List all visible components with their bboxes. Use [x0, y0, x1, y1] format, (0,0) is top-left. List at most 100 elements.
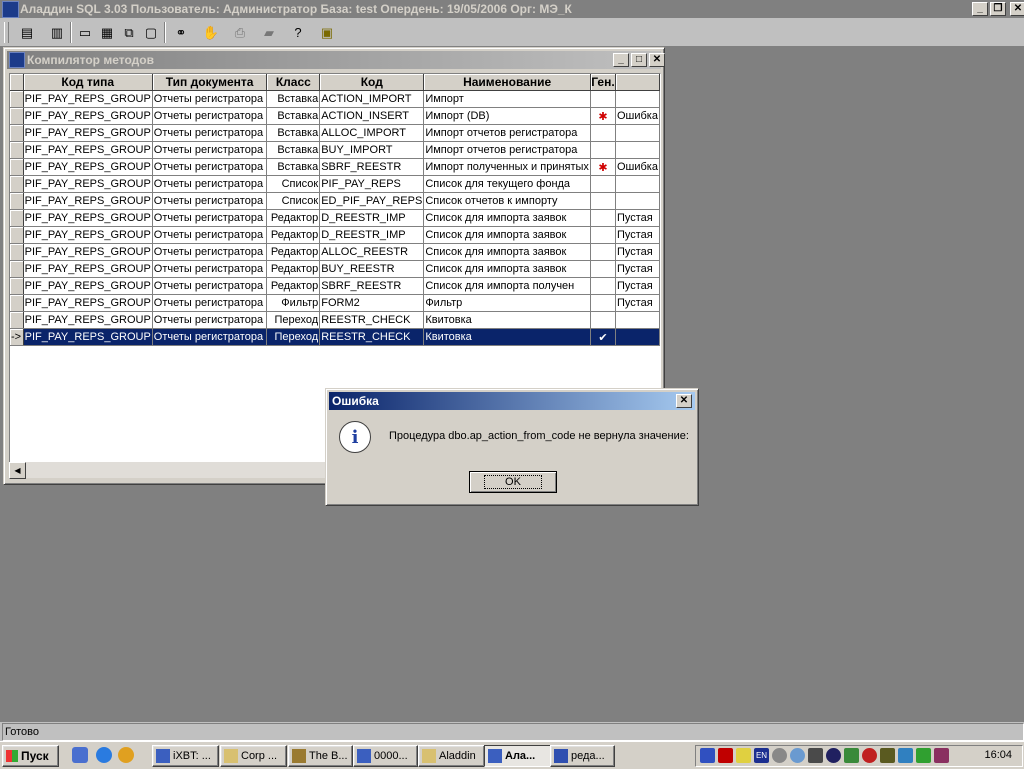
cell-code-type[interactable]: PIF_PAY_REPS_GROUP	[23, 311, 153, 329]
table-row[interactable]: PIF_PAY_REPS_GROUP Отчеты регистратора Пер…	[10, 311, 660, 329]
cell-gen[interactable]: ✔	[590, 328, 616, 346]
restore-button[interactable]: ❐	[990, 2, 1006, 16]
task-button-corp[interactable]: Corp ...	[220, 745, 287, 767]
window-maximize-button[interactable]: □	[631, 53, 647, 67]
cell-code-type[interactable]: PIF_PAY_REPS_GROUP	[23, 243, 153, 261]
cell-name[interactable]: Список для импорта заявок	[423, 260, 591, 278]
row-indicator[interactable]	[10, 311, 24, 329]
cell-gen[interactable]: ✱	[590, 107, 616, 125]
cell-code-type[interactable]: PIF_PAY_REPS_GROUP	[23, 107, 153, 125]
tray-display-icon[interactable]	[898, 748, 913, 763]
cell-name[interactable]: Импорт отчетов регистратора	[423, 141, 591, 159]
row-indicator[interactable]	[10, 192, 24, 210]
row-indicator[interactable]	[10, 226, 24, 244]
cell-code[interactable]: REESTR_CHECK	[319, 311, 425, 329]
cell-code-type[interactable]: PIF_PAY_REPS_GROUP	[23, 141, 153, 159]
cell-extra[interactable]: Пустая	[615, 294, 660, 312]
cell-class[interactable]: Вставка	[266, 158, 321, 176]
table-row[interactable]: PIF_PAY_REPS_GROUP Отчеты регистратора Вст…	[10, 158, 660, 176]
cell-code-type[interactable]: PIF_PAY_REPS_GROUP	[23, 294, 153, 312]
cell-name[interactable]: Список для импорта заявок	[423, 226, 591, 244]
cell-extra[interactable]	[615, 90, 660, 108]
table-row[interactable]: PIF_PAY_REPS_GROUP Отчеты регистратора Спи…	[10, 175, 660, 193]
cell-doc-type[interactable]: Отчеты регистратора	[152, 158, 268, 176]
cell-gen[interactable]	[590, 294, 616, 312]
app-title-bar[interactable]: Аладдин SQL 3.03 Пользователь: Администр…	[0, 0, 1024, 18]
tray-app-icon[interactable]	[700, 748, 715, 763]
table-row[interactable]: PIF_PAY_REPS_GROUP Отчеты регистратора Вст…	[10, 124, 660, 142]
cell-doc-type[interactable]: Отчеты регистратора	[152, 226, 268, 244]
column-header-name[interactable]: Наименование	[423, 74, 591, 91]
binoculars-icon[interactable]: ⚭	[170, 22, 192, 43]
cell-class[interactable]: Редактор	[266, 209, 321, 227]
document-icon[interactable]: ▤	[16, 22, 38, 43]
table-row[interactable]: PIF_PAY_REPS_GROUP Отчеты регистратора Ред…	[10, 226, 660, 244]
task-button-0000[interactable]: 0000...	[353, 745, 418, 767]
window-inactive-icon[interactable]: ▢	[140, 22, 162, 43]
row-indicator[interactable]	[10, 158, 24, 176]
tile-icon[interactable]: ▦	[96, 22, 118, 43]
media-player-icon[interactable]	[118, 747, 134, 763]
cell-class[interactable]: Фильтр	[266, 294, 321, 312]
cell-gen[interactable]	[590, 175, 616, 193]
window-close-button[interactable]: ✕	[649, 53, 665, 67]
dialog-close-button[interactable]: ✕	[676, 394, 692, 408]
cell-code[interactable]: SBRF_REESTR	[319, 277, 425, 295]
cell-code[interactable]: PIF_PAY_REPS	[319, 175, 425, 193]
cell-name[interactable]: Список для текущего фонда	[423, 175, 591, 193]
cell-extra[interactable]: Пустая	[615, 277, 660, 295]
window-minimize-button[interactable]: _	[613, 53, 629, 67]
cell-doc-type[interactable]: Отчеты регистратора	[152, 243, 268, 261]
row-indicator[interactable]	[10, 141, 24, 159]
row-indicator[interactable]	[10, 209, 24, 227]
cell-code-type[interactable]: PIF_PAY_REPS_GROUP	[23, 158, 153, 176]
cell-code-type[interactable]: PIF_PAY_REPS_GROUP	[23, 260, 153, 278]
cell-class[interactable]: Переход	[266, 311, 321, 329]
cell-name[interactable]: Квитовка	[423, 311, 591, 329]
cell-name[interactable]: Фильтр	[423, 294, 591, 312]
row-indicator[interactable]	[10, 175, 24, 193]
cell-name[interactable]: Список для импорта заявок	[423, 209, 591, 227]
cell-code-type[interactable]: PIF_PAY_REPS_GROUP	[23, 90, 153, 108]
cell-gen[interactable]: ✱	[590, 158, 616, 176]
volume-icon[interactable]	[736, 748, 751, 763]
tray-pen-icon[interactable]	[934, 748, 949, 763]
window-app-icon[interactable]	[9, 52, 25, 68]
cell-doc-type[interactable]: Отчеты регистратора	[152, 311, 268, 329]
cell-code-type[interactable]: PIF_PAY_REPS_GROUP	[23, 277, 153, 295]
stop-hand-icon[interactable]: ✋	[200, 22, 222, 43]
cell-code-type[interactable]: PIF_PAY_REPS_GROUP	[23, 175, 153, 193]
cell-extra[interactable]: Ошибка	[615, 107, 660, 125]
task-button-ala-active[interactable]: Ала...	[484, 745, 551, 767]
minimize-button[interactable]: _	[972, 2, 988, 16]
help-icon[interactable]: ?	[287, 22, 309, 43]
cell-extra[interactable]: Ошибка	[615, 158, 660, 176]
cell-class[interactable]: Редактор	[266, 243, 321, 261]
column-header-gen[interactable]: Ген.	[590, 74, 616, 91]
cell-name[interactable]: Квитовка	[423, 328, 591, 346]
cell-doc-type[interactable]: Отчеты регистратора	[152, 294, 268, 312]
printer-icon[interactable]: ⎙	[229, 22, 251, 43]
column-header-class[interactable]: Класс	[266, 74, 321, 91]
cell-code[interactable]: ACTION_IMPORT	[319, 90, 425, 108]
cell-class[interactable]: Список	[266, 192, 321, 210]
cell-gen[interactable]	[590, 226, 616, 244]
cell-gen[interactable]	[590, 192, 616, 210]
cell-doc-type[interactable]: Отчеты регистратора	[152, 328, 268, 346]
cell-code[interactable]: ACTION_INSERT	[319, 107, 425, 125]
cell-gen[interactable]	[590, 260, 616, 278]
cell-doc-type[interactable]: Отчеты регистратора	[152, 175, 268, 193]
cell-code[interactable]: BUY_IMPORT	[319, 141, 425, 159]
cell-doc-type[interactable]: Отчеты регистратора	[152, 141, 268, 159]
table-row[interactable]: PIF_PAY_REPS_GROUP Отчеты регистратора Ред…	[10, 260, 660, 278]
table-row[interactable]: PIF_PAY_REPS_GROUP Отчеты регистратора Вст…	[10, 107, 660, 125]
task-button-aladdin[interactable]: Aladdin	[418, 745, 485, 767]
compiler-window-title-bar[interactable]: Компилятор методов _ □ ✕	[7, 51, 665, 69]
cell-extra[interactable]	[615, 192, 660, 210]
task-button-ixbt[interactable]: iXBT: ...	[152, 745, 219, 767]
cell-class[interactable]: Редактор	[266, 226, 321, 244]
network-icon[interactable]	[772, 748, 787, 763]
cell-doc-type[interactable]: Отчеты регистратора	[152, 192, 268, 210]
cell-class[interactable]: Вставка	[266, 141, 321, 159]
cell-name[interactable]: Импорт	[423, 90, 591, 108]
